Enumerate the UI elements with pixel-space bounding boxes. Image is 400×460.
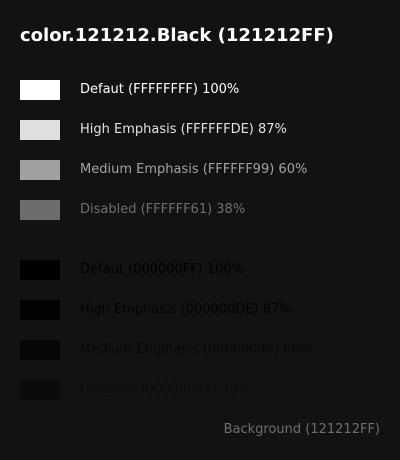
swatch-label: Medium Emphasis (00000099) 60% [80,342,313,357]
swatch-row-white-medium-emphasis: Medium Emphasis (FFFFFF99) 60% [20,160,307,180]
swatch-label: Defaut (000000FF) 100% [80,262,245,277]
swatch-label: Disabled (FFFFFF61) 38% [80,202,246,217]
swatch-label: Defaut (FFFFFFFF) 100% [80,82,240,97]
color-swatch [20,160,60,180]
swatch-row-black-medium-emphasis: Medium Emphasis (00000099) 60% [20,340,312,360]
swatch-row-black-high-emphasis: High Emphasis (000000DE) 87% [20,300,292,320]
swatch-row-white-disabled: Disabled (FFFFFF61) 38% [20,200,245,220]
swatch-row-white-high-emphasis: High Emphasis (FFFFFFDE) 87% [20,120,287,140]
swatch-row-black-default: Defaut (000000FF) 100% [20,260,244,280]
swatch-row-white-default: Defaut (FFFFFFFF) 100% [20,80,239,100]
color-swatch [20,120,60,140]
color-swatch [20,80,60,100]
page-title: color.121212.Black (121212FF) [20,25,334,46]
swatch-label: High Emphasis (000000DE) 87% [80,302,292,317]
color-swatch [20,340,60,360]
background-caption: Background (121212FF) [223,422,380,437]
color-swatch [20,200,60,220]
swatch-label: Medium Emphasis (FFFFFF99) 60% [80,162,308,177]
color-swatch [20,380,60,400]
swatch-label: High Emphasis (FFFFFFDE) 87% [80,122,287,137]
color-swatch [20,260,60,280]
swatch-row-black-disabled: Disabled (00000061) 38% [20,380,250,400]
color-panel: color.121212.Black (121212FF) Defaut (FF… [0,0,400,460]
color-swatch [20,300,60,320]
swatch-label: Disabled (00000061) 38% [80,382,250,397]
